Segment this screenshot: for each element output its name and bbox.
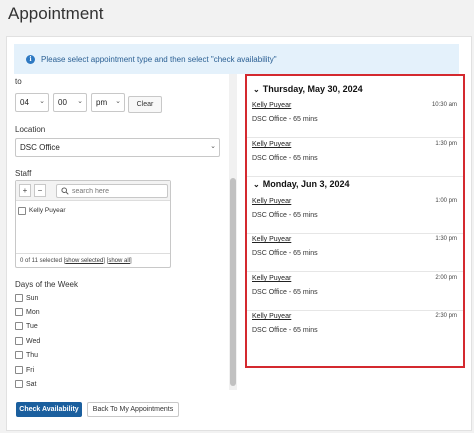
date-header[interactable]: ⌄ Monday, Jun 3, 2024 <box>253 179 350 189</box>
day-checkbox-sat[interactable]: Sat <box>15 378 37 390</box>
day-label: Thu <box>26 351 39 359</box>
checkbox[interactable] <box>15 308 23 316</box>
day-checkbox-tue[interactable]: Tue <box>15 320 38 332</box>
date-header[interactable]: ⌄ Thursday, May 30, 2024 <box>253 84 363 94</box>
ampm-value: pm <box>96 98 108 107</box>
check-availability-button[interactable]: Check Availability <box>16 402 82 417</box>
slot-time: 1:30 pm <box>435 236 457 242</box>
time-slot[interactable]: Kelly Puyear 2:30 pm DSC Office - 65 min… <box>247 311 463 349</box>
slot-time: 2:00 pm <box>435 275 457 281</box>
day-label: Fri <box>26 366 35 374</box>
remove-staff-button[interactable]: − <box>34 184 46 197</box>
checkbox[interactable] <box>15 380 23 388</box>
day-label: Sat <box>26 380 37 388</box>
minute-value: 00 <box>58 98 67 107</box>
checkbox[interactable] <box>15 337 23 345</box>
staff-link[interactable]: Kelly Puyear <box>252 102 291 109</box>
form-scrollbar[interactable] <box>229 74 237 390</box>
day-checkbox-sun[interactable]: Sun <box>15 292 38 304</box>
page-title: Appointment <box>8 4 104 23</box>
add-staff-button[interactable]: + <box>19 184 31 197</box>
time-slot[interactable]: Kelly Puyear 1:30 pm DSC Office - 65 min… <box>247 234 463 272</box>
checkbox[interactable] <box>15 366 23 374</box>
chevron-down-icon: ⌄ <box>77 98 83 105</box>
info-banner: i Please select appointment type and the… <box>14 44 459 74</box>
slot-time: 1:30 pm <box>435 141 457 147</box>
minute-select[interactable]: 00 ⌄ <box>53 93 87 112</box>
location-select[interactable]: DSC Office ⌄ <box>15 138 220 157</box>
chevron-down-icon: ⌄ <box>253 84 260 94</box>
staff-link[interactable]: Kelly Puyear <box>252 275 291 282</box>
staff-name: Kelly Puyear <box>29 207 66 214</box>
time-slot[interactable]: Kelly Puyear 1:30 pm DSC Office - 65 min… <box>247 139 463 177</box>
days-label: Days of the Week <box>15 280 78 289</box>
staff-link[interactable]: Kelly Puyear <box>252 198 291 205</box>
time-slot[interactable]: Kelly Puyear 10:30 am DSC Office - 65 mi… <box>247 100 463 138</box>
show-selected-link[interactable]: show selected <box>65 258 103 264</box>
date-label: Thursday, May 30, 2024 <box>262 84 363 94</box>
slot-location: DSC Office - 65 mins <box>252 155 318 162</box>
location-value: DSC Office <box>20 143 60 152</box>
staff-link-end: ] <box>130 257 132 264</box>
search-icon <box>61 187 69 195</box>
slot-time: 1:00 pm <box>435 198 457 204</box>
day-label: Tue <box>26 322 38 330</box>
slot-time: 10:30 am <box>431 102 457 108</box>
staff-link[interactable]: Kelly Puyear <box>252 313 291 320</box>
chevron-down-icon: ⌄ <box>39 98 45 105</box>
staff-selection-footer: 0 of 11 selected [ show selected ] [ sho… <box>16 253 170 267</box>
slot-location: DSC Office - 65 mins <box>252 212 318 219</box>
scrollbar-thumb[interactable] <box>230 178 236 386</box>
slot-location: DSC Office - 65 mins <box>252 250 318 257</box>
day-checkbox-wed[interactable]: Wed <box>15 335 40 347</box>
hour-value: 04 <box>20 98 29 107</box>
staff-search-field[interactable] <box>56 184 168 198</box>
staff-picker: + − Kelly Puyear 0 of 11 selected [ show… <box>15 180 171 268</box>
chevron-down-icon: ⌄ <box>115 98 121 105</box>
ampm-select[interactable]: pm ⌄ <box>91 93 125 112</box>
staff-link[interactable]: Kelly Puyear <box>252 236 291 243</box>
day-checkbox-thu[interactable]: Thu <box>15 349 38 361</box>
slot-location: DSC Office - 65 mins <box>252 116 318 123</box>
day-checkbox-mon[interactable]: Mon <box>15 306 40 318</box>
staff-toolbar: + − <box>16 181 170 201</box>
day-checkbox-fri[interactable]: Fri <box>15 364 34 376</box>
day-label: Sun <box>26 294 39 302</box>
show-all-link[interactable]: show all <box>108 258 130 264</box>
staff-search-input[interactable] <box>72 186 166 196</box>
info-message: Please select appointment type and then … <box>41 54 277 64</box>
time-slot[interactable]: Kelly Puyear 1:00 pm DSC Office - 65 min… <box>247 196 463 234</box>
info-icon: i <box>26 54 35 64</box>
checkbox[interactable] <box>15 294 23 302</box>
chevron-down-icon: ⌄ <box>210 143 216 150</box>
hour-select[interactable]: 04 ⌄ <box>15 93 49 112</box>
availability-panel: ⌄ Thursday, May 30, 2024 Kelly Puyear 10… <box>245 74 465 368</box>
staff-label: Staff <box>15 169 32 178</box>
day-label: Wed <box>26 337 41 345</box>
slot-location: DSC Office - 65 mins <box>252 289 318 296</box>
location-label: Location <box>15 125 46 134</box>
checkbox[interactable] <box>15 351 23 359</box>
time-to-label: to <box>15 77 22 86</box>
day-label: Mon <box>26 308 40 316</box>
date-label: Monday, Jun 3, 2024 <box>262 179 350 189</box>
slot-time: 2:30 pm <box>435 313 457 319</box>
staff-selected-count: 0 of 11 selected [ <box>20 257 66 264</box>
form-panel[interactable]: to 04 ⌄ 00 ⌄ pm ⌄ Clear Location DSC Off… <box>14 74 237 390</box>
staff-list-item[interactable]: Kelly Puyear <box>18 205 168 216</box>
checkbox[interactable] <box>15 322 23 330</box>
staff-checkbox[interactable] <box>18 206 26 215</box>
chevron-down-icon: ⌄ <box>253 179 260 189</box>
back-to-appointments-button[interactable]: Back To My Appointments <box>87 402 179 417</box>
staff-link[interactable]: Kelly Puyear <box>252 141 291 148</box>
slot-location: DSC Office - 65 mins <box>252 327 318 334</box>
time-slot[interactable]: Kelly Puyear 2:00 pm DSC Office - 65 min… <box>247 273 463 311</box>
clear-button[interactable]: Clear <box>128 96 162 113</box>
